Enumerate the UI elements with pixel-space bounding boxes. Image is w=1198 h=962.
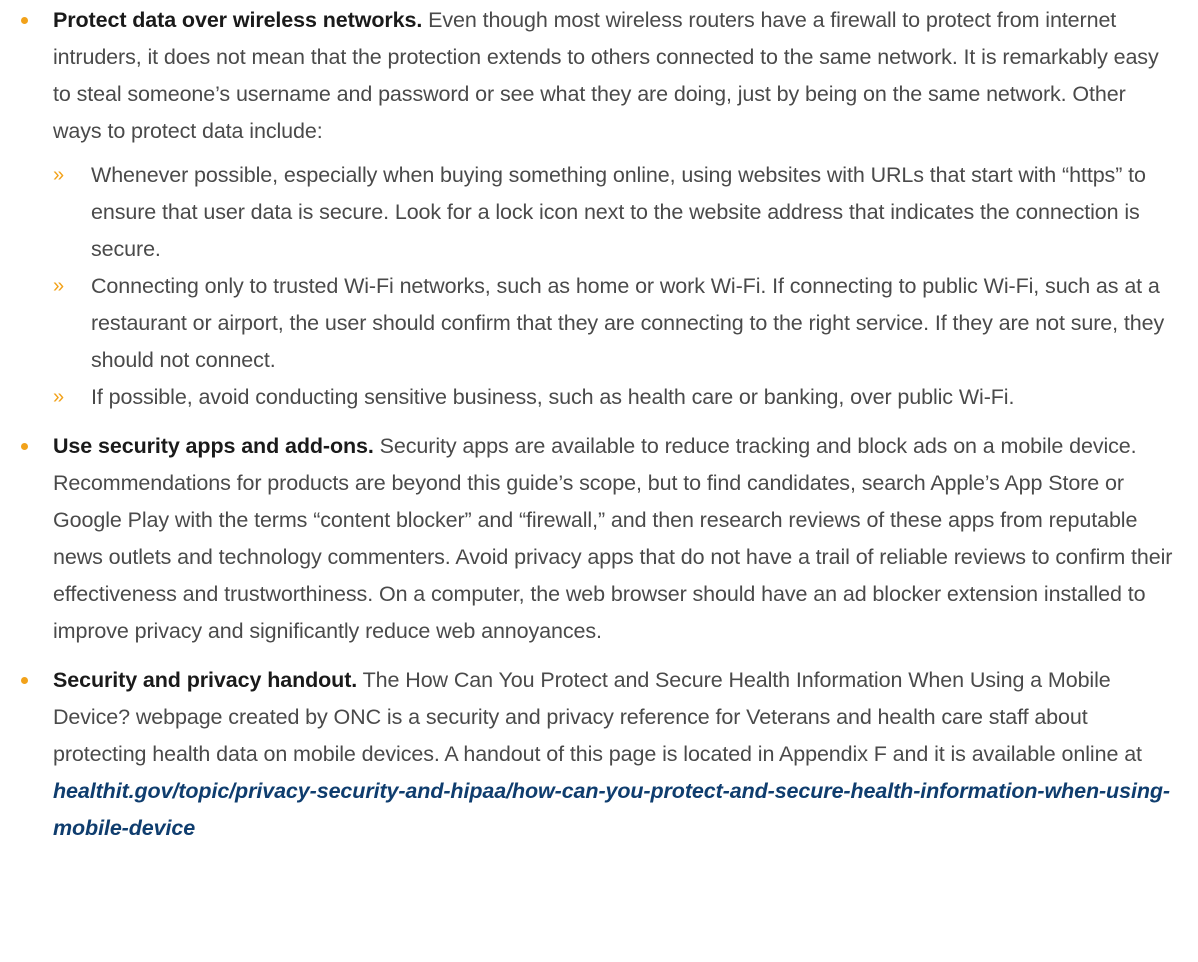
bullet-dot-icon — [21, 677, 28, 684]
sub-list: » Whenever possible, especially when buy… — [53, 157, 1174, 416]
bullet-item-security-apps: Use security apps and add-ons. Security … — [16, 428, 1174, 650]
item-lead: Use security apps and add-ons. — [53, 434, 374, 458]
bullet-item-handout: Security and privacy handout. The How Ca… — [16, 662, 1174, 847]
double-chevron-icon: » — [53, 164, 65, 186]
handout-link[interactable]: healthit.gov/topic/privacy-security-and-… — [53, 779, 1170, 840]
sub-item-text: Whenever possible, especially when buyin… — [91, 163, 1146, 261]
double-chevron-icon: » — [53, 275, 65, 297]
sub-list-item: » If possible, avoid conducting sensitiv… — [53, 379, 1174, 416]
document-page: Protect data over wireless networks. Eve… — [0, 0, 1198, 847]
sub-item-text: Connecting only to trusted Wi-Fi network… — [91, 274, 1165, 372]
item-lead: Security and privacy handout. — [53, 668, 358, 692]
item-lead: Protect data over wireless networks. — [53, 8, 423, 32]
bullet-item-wireless: Protect data over wireless networks. Eve… — [16, 2, 1174, 416]
double-chevron-icon: » — [53, 386, 65, 408]
sub-list-item: » Whenever possible, especially when buy… — [53, 157, 1174, 268]
sub-item-text: If possible, avoid conducting sensitive … — [91, 385, 1015, 409]
sub-list-item: » Connecting only to trusted Wi-Fi netwo… — [53, 268, 1174, 379]
item-text: Security apps are available to reduce tr… — [53, 434, 1173, 643]
bullet-dot-icon — [21, 443, 28, 450]
bullet-dot-icon — [21, 17, 28, 24]
